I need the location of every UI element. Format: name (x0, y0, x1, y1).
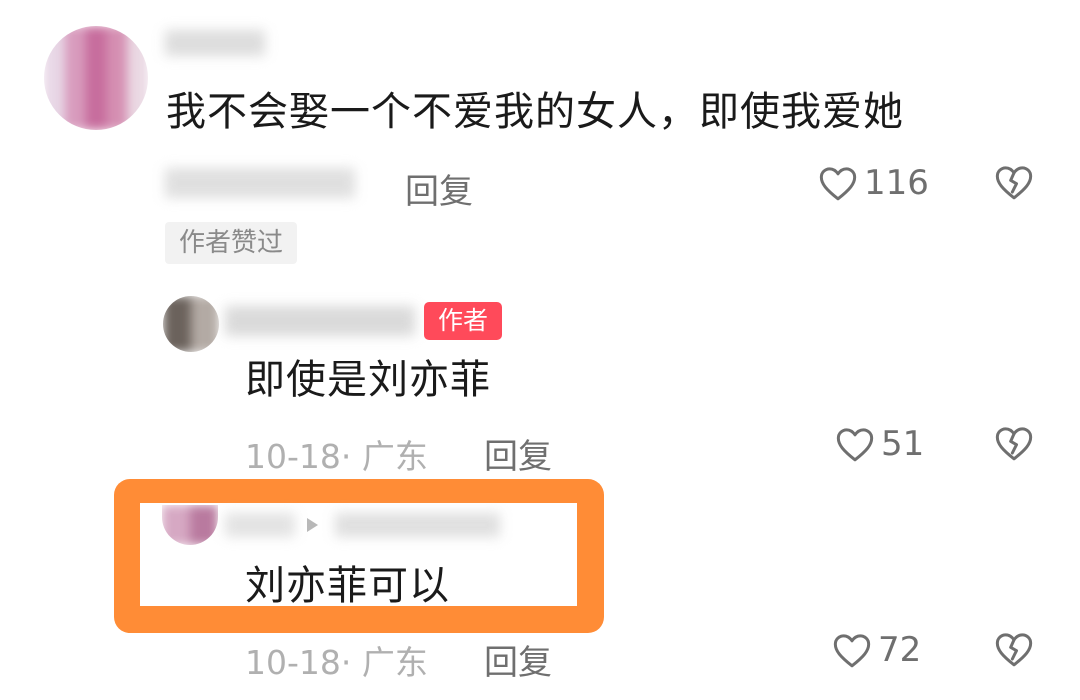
broken-heart-icon (994, 166, 1034, 205)
reply-arrow-icon (307, 518, 318, 532)
reply-target-blurred[interactable] (335, 513, 500, 537)
like-count: 72 (878, 630, 922, 670)
comment-text: 即使是刘亦菲 (245, 357, 491, 403)
author-badge: 作者 (424, 302, 502, 340)
comment-date: 10-18 (245, 643, 341, 682)
comment-date-location: 10-18· 广东 (245, 430, 428, 478)
comment-text: 我不会娶一个不爱我的女人，即使我爱她 (166, 89, 904, 135)
comment-location: 广东 (361, 437, 428, 476)
username-blurred[interactable] (225, 513, 295, 537)
reply-button[interactable]: 回复 (484, 429, 552, 478)
comment-date-location: 10-18· 广东 (245, 636, 428, 684)
like-count: 116 (864, 163, 929, 203)
reply-button[interactable]: 回复 (405, 164, 473, 213)
dislike-button[interactable] (994, 630, 1034, 672)
avatar[interactable] (162, 505, 218, 545)
broken-heart-icon (994, 633, 1034, 672)
date-location-blurred (165, 168, 355, 198)
separator-dot: · (340, 437, 362, 476)
comment-thread: 我不会娶一个不爱我的女人，即使我爱她 回复 116 作者赞过 作者 即使是刘亦菲… (0, 0, 1080, 700)
broken-heart-icon (994, 427, 1034, 466)
comment-date: 10-18 (245, 437, 341, 476)
like-count: 51 (881, 424, 925, 464)
username-blurred[interactable] (225, 306, 415, 336)
username-blurred[interactable] (165, 30, 265, 56)
liked-by-author-badge: 作者赞过 (165, 222, 298, 264)
heart-outline-icon (818, 164, 858, 202)
like-button[interactable]: 116 (818, 163, 929, 203)
avatar[interactable] (163, 296, 219, 352)
heart-outline-icon (832, 631, 872, 669)
like-button[interactable]: 72 (832, 630, 921, 670)
separator-dot: · (340, 643, 362, 682)
avatar[interactable] (44, 26, 148, 130)
heart-outline-icon (835, 425, 875, 463)
comment-location: 广东 (361, 643, 428, 682)
dislike-button[interactable] (994, 163, 1034, 205)
reply-button[interactable]: 回复 (484, 635, 552, 684)
like-button[interactable]: 51 (835, 424, 924, 464)
dislike-button[interactable] (994, 424, 1034, 466)
comment-text: 刘亦菲可以 (245, 563, 450, 609)
